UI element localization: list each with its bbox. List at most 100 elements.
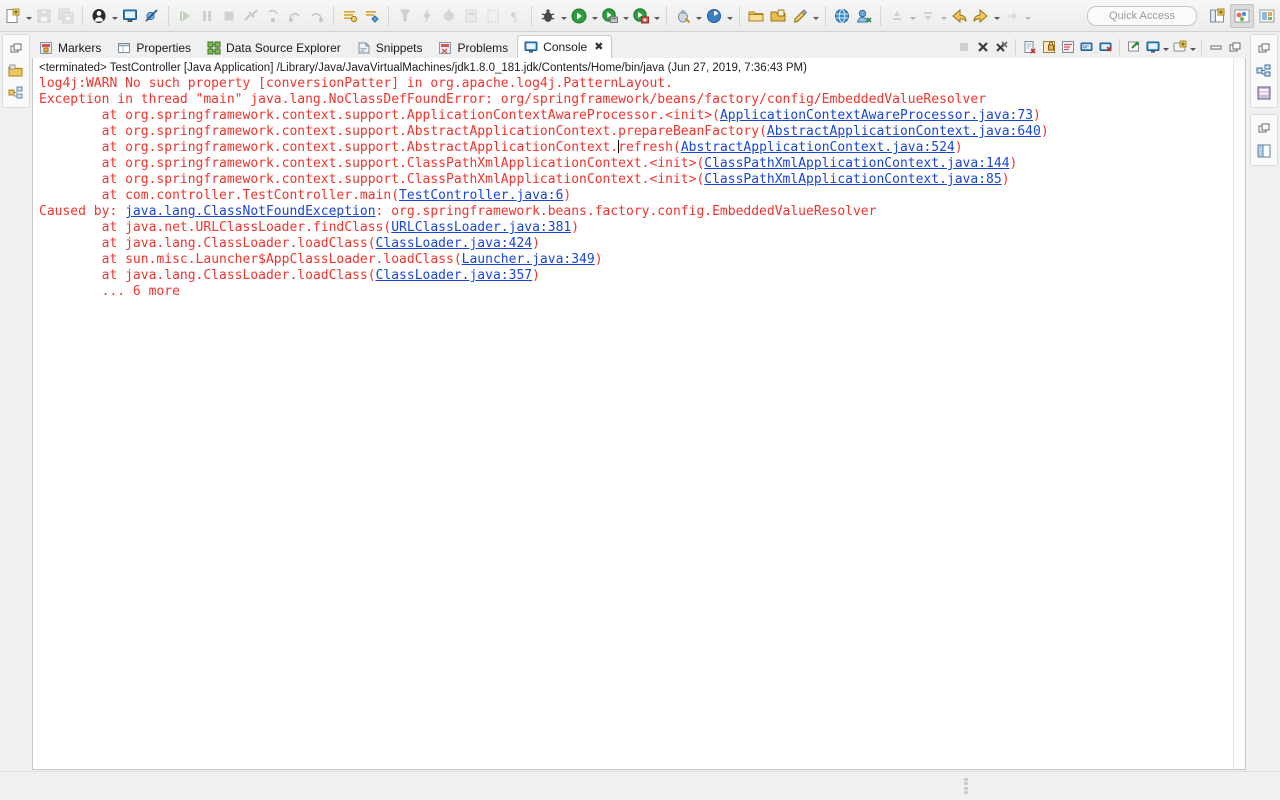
tab-console[interactable]: Console ✖ [517, 35, 613, 58]
remove-all-terminated-button[interactable] [992, 38, 1011, 57]
stack-trace-link[interactable]: AbstractApplicationContext.java:524 [681, 140, 955, 155]
quick-access-input[interactable]: Quick Access [1087, 5, 1197, 26]
new-annotation-button[interactable] [789, 5, 811, 27]
new-java-package-button[interactable] [745, 5, 767, 27]
show-whitespace-button[interactable]: ¶ [504, 5, 526, 27]
next-edit-dropdown-arrow[interactable] [1023, 5, 1032, 27]
external-tools-button[interactable] [438, 5, 460, 27]
search-button[interactable] [394, 5, 416, 27]
build-project-button[interactable] [361, 5, 383, 27]
next-annotation-button[interactable] [917, 5, 939, 27]
debug-dropdown-arrow[interactable] [559, 5, 568, 27]
perspective-java-ee-button[interactable] [1230, 3, 1254, 28]
display-console-icon[interactable] [1143, 38, 1162, 57]
restore-icon[interactable] [1254, 119, 1274, 139]
suspend-button[interactable] [196, 5, 218, 27]
coverage-dropdown-arrow[interactable] [694, 5, 703, 27]
run-last-tool-button[interactable] [416, 5, 438, 27]
previous-annotation-dropdown-arrow[interactable] [908, 5, 917, 27]
palette-icon[interactable] [1254, 83, 1274, 103]
remove-launch-button[interactable] [973, 38, 992, 57]
new-annotation-dropdown-arrow[interactable] [811, 5, 820, 27]
console-output[interactable]: log4j:WARN No such property [conversionP… [33, 76, 1245, 300]
stack-trace-link[interactable]: URLClassLoader.java:381 [391, 220, 571, 235]
run-button[interactable] [568, 5, 590, 27]
stack-trace-link[interactable]: TestController.java:6 [399, 188, 563, 203]
console-vertical-scrollbar[interactable] [1233, 58, 1245, 769]
profile-button[interactable] [703, 5, 725, 27]
save-all-button[interactable] [55, 5, 77, 27]
terminate-button[interactable] [954, 38, 973, 57]
task-list-icon[interactable] [1254, 61, 1274, 81]
clear-console-button[interactable] [1020, 38, 1039, 57]
restore-icon[interactable] [6, 39, 26, 59]
tab-markers[interactable]: Markers [32, 36, 110, 58]
new-console-dropdown-arrow[interactable] [1189, 38, 1197, 57]
stack-trace-link[interactable]: java.lang.ClassNotFoundException [125, 204, 375, 219]
pin-icon[interactable] [1124, 38, 1143, 57]
tab-properties[interactable]: Properties [110, 36, 200, 58]
show-console-on-error-button[interactable] [1096, 38, 1115, 57]
step-return-button[interactable] [306, 5, 328, 27]
new-console-icon[interactable] [1170, 38, 1189, 57]
debug-button[interactable] [537, 5, 559, 27]
scroll-lock-button[interactable] [1039, 38, 1058, 57]
run-server-button[interactable] [599, 5, 621, 27]
stack-trace-link[interactable]: ClassLoader.java:424 [376, 236, 533, 251]
tab-problems[interactable]: Problems [431, 36, 517, 58]
save-button[interactable] [33, 5, 55, 27]
project-explorer-icon[interactable] [6, 61, 26, 81]
open-console-button[interactable] [119, 5, 141, 27]
perspective-java-button[interactable] [1255, 4, 1279, 28]
run-dropdown-arrow[interactable] [590, 5, 599, 27]
user-dropdown-arrow[interactable] [110, 5, 119, 27]
console-panel[interactable]: <terminated> TestController [Java Applic… [32, 58, 1246, 770]
stack-trace-link[interactable]: ClassLoader.java:357 [376, 268, 533, 283]
stack-trace-link[interactable]: Launcher.java:349 [462, 252, 595, 267]
toggle-block-selection-button[interactable] [482, 5, 504, 27]
terminate-button[interactable] [218, 5, 240, 27]
forward-dropdown-arrow[interactable] [992, 5, 1001, 27]
forward-button[interactable] [970, 5, 992, 27]
show-console-on-output-button[interactable] [1077, 38, 1096, 57]
skip-breakpoints-button[interactable] [141, 5, 163, 27]
word-wrap-button[interactable] [1058, 38, 1077, 57]
outline-icon[interactable] [6, 83, 26, 103]
toolbar-separator [82, 5, 83, 26]
display-console-dropdown-arrow[interactable] [1162, 38, 1170, 57]
resize-grip[interactable] [964, 778, 970, 794]
new-wizard-dropdown-arrow[interactable] [24, 5, 33, 27]
build-all-button[interactable] [339, 5, 361, 27]
next-edit-button[interactable] [1001, 5, 1023, 27]
debug-server-button[interactable] [630, 5, 652, 27]
step-into-button[interactable] [262, 5, 284, 27]
resume-button[interactable] [174, 5, 196, 27]
stack-trace-link[interactable]: ClassPathXmlApplicationContext.java:85 [704, 172, 1001, 187]
tab-data-source-explorer[interactable]: Data Source Explorer [200, 36, 350, 58]
restore-icon[interactable] [1254, 39, 1274, 59]
outline-view-icon[interactable] [1254, 141, 1274, 161]
next-annotation-dropdown-arrow[interactable] [939, 5, 948, 27]
back-button[interactable] [948, 5, 970, 27]
run-server-dropdown-arrow[interactable] [621, 5, 630, 27]
open-browser-button[interactable] [831, 5, 853, 27]
stack-trace-link[interactable]: ClassPathXmlApplicationContext.java:144 [704, 156, 1009, 171]
close-icon[interactable]: ✖ [594, 41, 603, 53]
step-over-button[interactable] [284, 5, 306, 27]
tab-snippets[interactable]: Snippets [350, 36, 432, 58]
previous-annotation-button[interactable] [886, 5, 908, 27]
new-java-class-button[interactable] [767, 5, 789, 27]
toggle-mark-occurrences-button[interactable] [460, 5, 482, 27]
stack-trace-link[interactable]: AbstractApplicationContext.java:640 [767, 124, 1041, 139]
maximize-icon[interactable] [1225, 38, 1244, 57]
coverage-button[interactable] [672, 5, 694, 27]
stack-trace-link[interactable]: ApplicationContextAwareProcessor.java:73 [720, 108, 1033, 123]
open-perspective-button[interactable] [1205, 4, 1229, 28]
debug-server-dropdown-arrow[interactable] [652, 5, 661, 27]
open-type-button[interactable] [853, 5, 875, 27]
disconnect-button[interactable] [240, 5, 262, 27]
new-wizard-button[interactable] [2, 5, 24, 27]
user-button[interactable] [88, 5, 110, 27]
profile-dropdown-arrow[interactable] [725, 5, 734, 27]
minimize-icon[interactable] [1206, 38, 1225, 57]
